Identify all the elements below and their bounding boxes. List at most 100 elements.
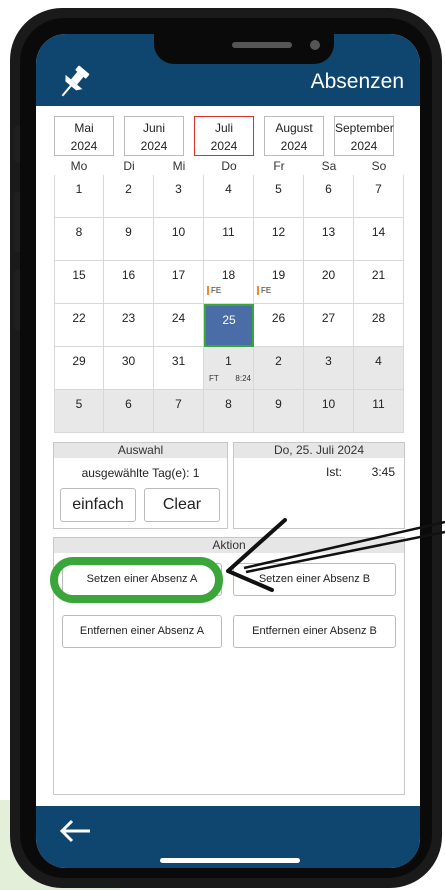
day-number: 3 (175, 182, 182, 196)
calendar-day[interactable]: 11 (354, 390, 404, 433)
day-info-title: Do, 25. Juli 2024 (234, 443, 404, 458)
auswahl-title: Auswahl (54, 443, 227, 458)
month-name: Juli (214, 121, 233, 135)
selected-days-count: ausgewählte Tag(e): 1 (81, 466, 200, 480)
day-info-panel: Do, 25. Juli 2024 Ist: 3:45 (233, 442, 405, 529)
day-number: 4 (225, 182, 232, 196)
day-number: 8 (225, 397, 232, 411)
day-number: 23 (121, 311, 136, 325)
calendar-day[interactable]: 9 (104, 218, 154, 261)
remove-absence-a-button[interactable]: Entfernen einer Absenz A (62, 615, 222, 648)
month-august[interactable]: August 2024 (264, 116, 324, 156)
day-number: 20 (321, 268, 336, 282)
day-number: 19 (271, 268, 286, 282)
calendar-day[interactable]: 8 (54, 218, 104, 261)
month-year: 2024 (210, 139, 238, 153)
calendar-day[interactable]: 2 (254, 347, 304, 390)
back-arrow-icon[interactable] (58, 818, 92, 844)
calendar-day[interactable]: 15 (54, 261, 104, 304)
day-number: 7 (175, 397, 182, 411)
weekday-label: Mi (172, 159, 186, 173)
month-name: September (335, 121, 394, 135)
calendar-day[interactable]: 27 (304, 304, 354, 347)
calendar-day[interactable]: 2 (104, 175, 154, 218)
calendar-day[interactable]: 12 (254, 218, 304, 261)
calendar-day[interactable]: 10 (154, 218, 204, 261)
einfach-button[interactable]: einfach (60, 488, 136, 522)
clear-button[interactable]: Clear (144, 488, 220, 522)
calendar-day[interactable]: 6 (304, 175, 354, 218)
day-number: 7 (375, 182, 382, 196)
highlight-ring (50, 557, 223, 603)
calendar-day[interactable]: 28 (354, 304, 404, 347)
auswahl-panel: Auswahl ausgewählte Tag(e): 1 einfach Cl… (53, 442, 228, 529)
day-number: 8 (75, 225, 83, 239)
calendar-day[interactable]: 7 (154, 390, 204, 433)
calendar-day[interactable]: 1 (54, 175, 104, 218)
calendar-day[interactable]: 8 (204, 390, 254, 433)
day-number: 9 (125, 225, 132, 239)
month-name: August (275, 121, 313, 135)
calendar-day[interactable]: 22 (54, 304, 104, 347)
calendar-day[interactable]: 10 (304, 390, 354, 433)
day-number: 27 (321, 311, 336, 325)
calendar-day[interactable]: 23 (104, 304, 154, 347)
day-number: 6 (325, 182, 332, 196)
calendar-day[interactable]: 16 (104, 261, 154, 304)
set-absence-b-button[interactable]: Setzen einer Absenz B (233, 563, 396, 596)
calendar-day[interactable]: 6 (104, 390, 154, 433)
calendar-day[interactable]: 24 (154, 304, 204, 347)
calendar-day[interactable]: 9 (254, 390, 304, 433)
calendar: Mo Di Mi Do Fr Sa So 1 2 3 4 5 6 7 8 9 10 11 12 13 14 15 16 17… (54, 159, 404, 433)
day-number: 13 (321, 225, 336, 239)
footer-bar (36, 806, 420, 868)
month-name: Juni (142, 121, 165, 135)
month-mai[interactable]: Mai 2024 (54, 116, 114, 156)
calendar-day[interactable]: 11 (204, 218, 254, 261)
calendar-day[interactable]: 3 (304, 347, 354, 390)
weekday-label: Do (221, 159, 237, 173)
calendar-day[interactable]: 1 FT 8:24 (204, 347, 254, 390)
calendar-day[interactable]: 4 (204, 175, 254, 218)
calendar-day[interactable]: 4 (354, 347, 404, 390)
day-number: 30 (121, 354, 136, 368)
weekday-label: Fr (273, 159, 285, 173)
calendar-day[interactable]: 7 (354, 175, 404, 218)
absence-tag: FE (257, 286, 271, 295)
day-number: 31 (171, 354, 186, 368)
day-number: 4 (375, 354, 382, 368)
weekday-label: Mo (70, 159, 88, 173)
calendar-day[interactable]: 14 (354, 218, 404, 261)
month-juli[interactable]: Juli 2024 (194, 116, 254, 156)
calendar-day[interactable]: 13 (304, 218, 354, 261)
calendar-day[interactable]: 3 (154, 175, 204, 218)
calendar-day[interactable]: 21 (354, 261, 404, 304)
day-number: 10 (171, 225, 186, 239)
day-number: 10 (321, 397, 336, 411)
day-number: 16 (121, 268, 136, 282)
day-number: 17 (171, 268, 186, 282)
calendar-day[interactable]: 30 (104, 347, 154, 390)
calendar-day[interactable]: 25 (204, 304, 254, 347)
month-juni[interactable]: Juni 2024 (124, 116, 184, 156)
month-year: 2024 (350, 139, 378, 153)
calendar-day[interactable]: 5 (254, 175, 304, 218)
day-number: 18 (221, 268, 236, 282)
calendar-day[interactable]: 26 (254, 304, 304, 347)
calendar-day[interactable]: 29 (54, 347, 104, 390)
month-name: Mai (74, 121, 94, 135)
day-number: 22 (72, 311, 86, 325)
day-number: 3 (325, 354, 332, 368)
day-number: 21 (371, 268, 386, 282)
calendar-day[interactable]: 18 FE (204, 261, 254, 304)
calendar-day[interactable]: 19 FE (254, 261, 304, 304)
pin-icon[interactable] (54, 62, 94, 102)
month-year: 2024 (70, 139, 98, 153)
calendar-day[interactable]: 17 (154, 261, 204, 304)
remove-absence-b-button[interactable]: Entfernen einer Absenz B (233, 615, 396, 648)
calendar-day[interactable]: 31 (154, 347, 204, 390)
month-september[interactable]: September 2024 (334, 116, 394, 156)
calendar-day[interactable]: 5 (54, 390, 104, 433)
calendar-day[interactable]: 20 (304, 261, 354, 304)
day-number: 25 (222, 313, 236, 327)
